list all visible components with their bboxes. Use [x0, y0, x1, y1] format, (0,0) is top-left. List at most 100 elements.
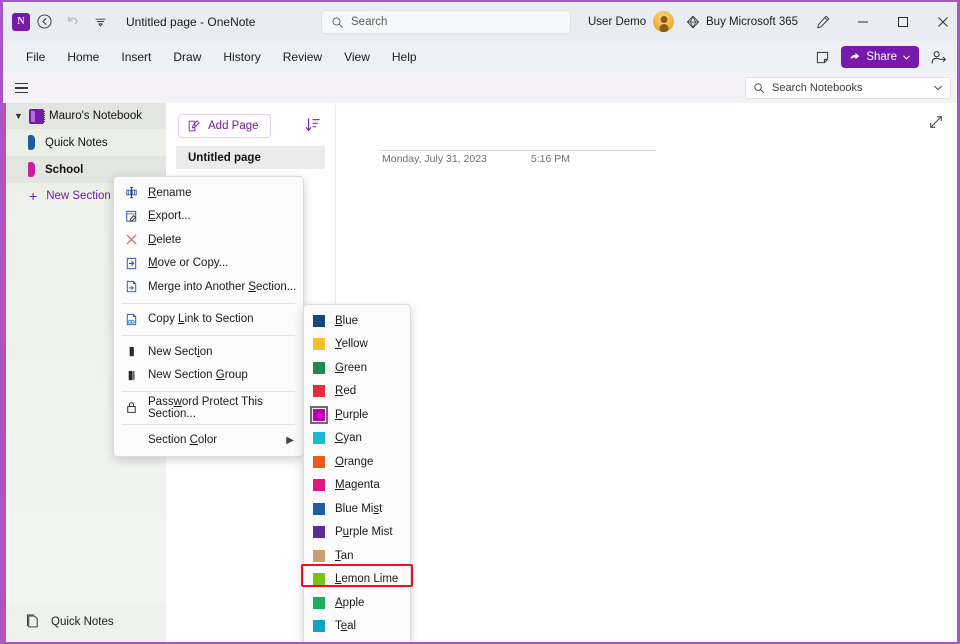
page-canvas[interactable]: Monday, July 31, 2023 5:16 PM [336, 103, 957, 603]
undo-icon[interactable] [58, 7, 86, 37]
section-context-menu: Rename Export... Delete Move or Copy... … [113, 176, 304, 457]
color-swatch [313, 573, 325, 586]
color-option-red-chalk[interactable]: Red Chalk [304, 638, 410, 642]
window-controls [803, 2, 957, 41]
color-label: Lemon Lime [335, 573, 399, 586]
page-list-item[interactable]: Untitled page [176, 146, 325, 169]
user-name: User Demo [588, 15, 647, 28]
page-date: Monday, July 31, 2023 [382, 153, 487, 165]
onenote-logo-icon: N [12, 12, 30, 31]
context-menu-item-copy-link-to-section[interactable]: Copy Link to Section [114, 308, 303, 332]
move-copy-icon [124, 256, 148, 271]
color-option-blue[interactable]: Blue [304, 309, 410, 333]
color-option-lemon-lime[interactable]: Lemon Lime [304, 568, 410, 592]
notebook-row[interactable]: ▼ Mauro's Notebook [6, 103, 166, 129]
context-menu-item-new-section-group[interactable]: New Section Group [114, 364, 303, 388]
add-page-button[interactable]: Add Page [178, 114, 271, 138]
color-swatch [313, 432, 325, 445]
context-menu-item-export[interactable]: Export... [114, 205, 303, 229]
pen-icon[interactable] [803, 2, 843, 41]
chevron-down-icon[interactable]: ▼ [14, 111, 24, 121]
sidebar-section-quick-notes[interactable]: Quick Notes [6, 129, 166, 156]
color-swatch [313, 455, 325, 468]
hamburger-menu-icon[interactable] [9, 76, 33, 100]
expand-page-icon[interactable] [926, 112, 946, 132]
share-button[interactable]: Share [841, 46, 919, 68]
menu-review[interactable]: Review [272, 46, 333, 68]
menu-home[interactable]: Home [56, 46, 110, 68]
context-menu-separator [122, 391, 295, 392]
color-option-tan[interactable]: Tan [304, 544, 410, 568]
export-icon [124, 209, 148, 224]
menu-insert[interactable]: Insert [110, 46, 162, 68]
delete-x-icon [124, 232, 148, 247]
color-option-red[interactable]: Red [304, 380, 410, 404]
context-menu-separator [122, 302, 295, 304]
color-option-blue-mist[interactable]: Blue Mist [304, 497, 410, 521]
context-menu-item-password-protect[interactable]: Password Protect This Section... [114, 396, 303, 420]
tool-strip: Search Notebooks [3, 73, 957, 103]
sticky-note-icon[interactable] [809, 45, 835, 69]
search-notebooks-input[interactable]: Search Notebooks [745, 77, 951, 99]
copy-link-icon [124, 312, 148, 327]
context-menu-label: Export... [148, 210, 191, 223]
chevron-down-icon [903, 55, 910, 59]
share-icon [851, 52, 860, 60]
sort-icon[interactable] [303, 115, 323, 135]
menu-file[interactable]: File [15, 46, 56, 68]
context-menu-item-section-color[interactable]: Section Color ▶ [114, 429, 303, 453]
color-swatch [313, 385, 325, 398]
people-share-icon[interactable] [925, 45, 951, 69]
color-swatch [313, 549, 325, 562]
account-area[interactable]: User Demo [588, 2, 675, 41]
color-option-yellow[interactable]: Yellow [304, 333, 410, 357]
color-option-magenta[interactable]: Magenta [304, 474, 410, 498]
page-title: Untitled page [188, 151, 261, 164]
context-menu-item-move-or-copy[interactable]: Move or Copy... [114, 252, 303, 276]
color-option-cyan[interactable]: Cyan [304, 427, 410, 451]
color-label: Tan [335, 549, 354, 562]
color-option-purple[interactable]: Purple [304, 403, 410, 427]
color-option-purple-mist[interactable]: Purple Mist [304, 521, 410, 545]
menu-history[interactable]: History [212, 46, 271, 68]
color-swatch [313, 596, 325, 609]
new-section-icon [124, 344, 148, 359]
color-swatch [313, 526, 325, 539]
color-label: Blue [335, 314, 359, 327]
close-button[interactable] [923, 2, 957, 41]
menu-draw[interactable]: Draw [162, 46, 212, 68]
context-menu-item-new-section[interactable]: New Section [114, 340, 303, 364]
context-menu-label: Password Protect This Section... [148, 395, 263, 420]
share-label: Share [866, 51, 897, 63]
rename-icon [124, 185, 148, 200]
color-swatch [313, 314, 325, 327]
context-menu-item-rename[interactable]: Rename [114, 181, 303, 205]
color-option-green[interactable]: Green [304, 356, 410, 380]
menu-view[interactable]: View [333, 46, 381, 68]
avatar[interactable] [653, 11, 675, 32]
search-icon [754, 83, 764, 93]
status-bar: Quick Notes [3, 603, 957, 642]
color-swatch [310, 405, 328, 424]
buy-microsoft-365-button[interactable]: Buy Microsoft 365 [686, 2, 798, 41]
context-menu-item-merge-into-another-section[interactable]: Merge into Another Section... [114, 275, 303, 299]
customize-quick-access-icon[interactable] [86, 7, 114, 37]
section-color-tab [28, 135, 35, 150]
color-option-orange[interactable]: Orange [304, 450, 410, 474]
context-menu-item-delete[interactable]: Delete [114, 228, 303, 252]
back-arrow-icon[interactable] [30, 7, 58, 37]
menu-help[interactable]: Help [381, 46, 428, 68]
minimize-button[interactable] [843, 2, 883, 41]
onenote-window: N Untitled page - OneNote Search User De… [0, 0, 960, 644]
context-menu-label: Copy Link to Section [148, 313, 254, 326]
maximize-button[interactable] [883, 2, 923, 41]
notebook-name: Mauro's Notebook [49, 110, 142, 122]
search-input[interactable]: Search [321, 10, 571, 34]
context-menu-label: Section Color [148, 434, 218, 447]
quick-notes-button[interactable]: Quick Notes [25, 614, 114, 629]
color-option-teal[interactable]: Teal [304, 615, 410, 639]
new-section-group-icon [124, 368, 148, 383]
color-option-apple[interactable]: Apple [304, 591, 410, 615]
search-icon [332, 17, 343, 28]
ribbon-right-actions: Share [809, 41, 951, 73]
